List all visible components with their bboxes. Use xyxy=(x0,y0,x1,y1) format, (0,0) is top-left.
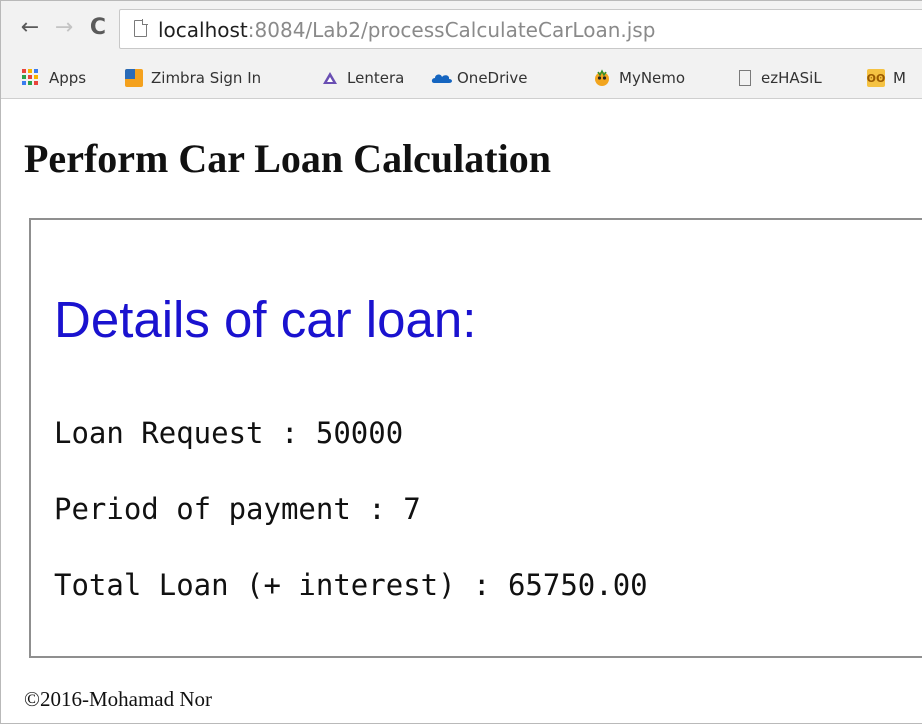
document-icon xyxy=(739,70,751,86)
details-title: Details of car loan: xyxy=(54,291,477,348)
browser-window: ← → C localhost:8084/Lab2/processCalcula… xyxy=(0,0,922,724)
bookmark-zimbra[interactable]: Zimbra Sign In xyxy=(125,67,261,89)
bookmark-ezhasil[interactable]: ezHASiL xyxy=(739,67,822,89)
address-bar[interactable]: localhost:8084/Lab2/processCalculateCarL… xyxy=(119,9,922,49)
reload-icon[interactable]: C xyxy=(85,15,111,41)
back-arrow-icon[interactable]: ← xyxy=(17,15,43,41)
browser-toolbar: ← → C localhost:8084/Lab2/processCalcula… xyxy=(1,1,922,59)
mynemo-icon xyxy=(593,69,611,87)
bookmark-label: M xyxy=(893,69,906,87)
url-host: localhost xyxy=(158,18,248,42)
mm-icon: ʘʘ xyxy=(867,69,885,87)
car-loan-details-box: Details of car loan: Loan Request : 5000… xyxy=(29,218,922,658)
bookmark-mynemo[interactable]: MyNemo xyxy=(593,67,685,89)
page-title: Perform Car Loan Calculation xyxy=(24,136,551,181)
copyright-footer: ©2016-Mohamad Nor xyxy=(24,687,213,711)
onedrive-icon xyxy=(431,69,452,87)
bookmark-label: OneDrive xyxy=(457,69,528,87)
bookmark-label: Apps xyxy=(49,69,87,87)
bookmark-onedrive[interactable]: OneDrive xyxy=(431,67,528,89)
bookmark-apps[interactable]: Apps xyxy=(21,67,86,89)
zimbra-icon xyxy=(125,69,143,87)
bookmark-label: Zimbra Sign In xyxy=(151,69,262,87)
bookmark-lentera[interactable]: Lentera xyxy=(321,67,404,89)
url-text[interactable]: localhost:8084/Lab2/processCalculateCarL… xyxy=(158,18,655,42)
forward-arrow-icon[interactable]: → xyxy=(51,15,77,41)
bookmark-label: Lentera xyxy=(347,69,405,87)
payment-period-line: Period of payment : 7 xyxy=(54,492,421,526)
bookmark-m[interactable]: ʘʘ M xyxy=(867,67,906,89)
bookmark-label: ezHASiL xyxy=(761,69,822,87)
loan-request-line: Loan Request : 50000 xyxy=(54,416,404,450)
page-icon xyxy=(134,19,148,37)
bookmark-label: MyNemo xyxy=(619,69,686,87)
lentera-icon xyxy=(321,69,339,87)
url-path: :8084/Lab2/processCalculateCarLoan.jsp xyxy=(247,18,656,42)
apps-grid-icon xyxy=(21,68,41,88)
total-loan-line: Total Loan (+ interest) : 65750.00 xyxy=(54,568,648,602)
bookmarks-bar: Apps Zimbra Sign In Lentera OneDrive MyN… xyxy=(1,59,922,99)
